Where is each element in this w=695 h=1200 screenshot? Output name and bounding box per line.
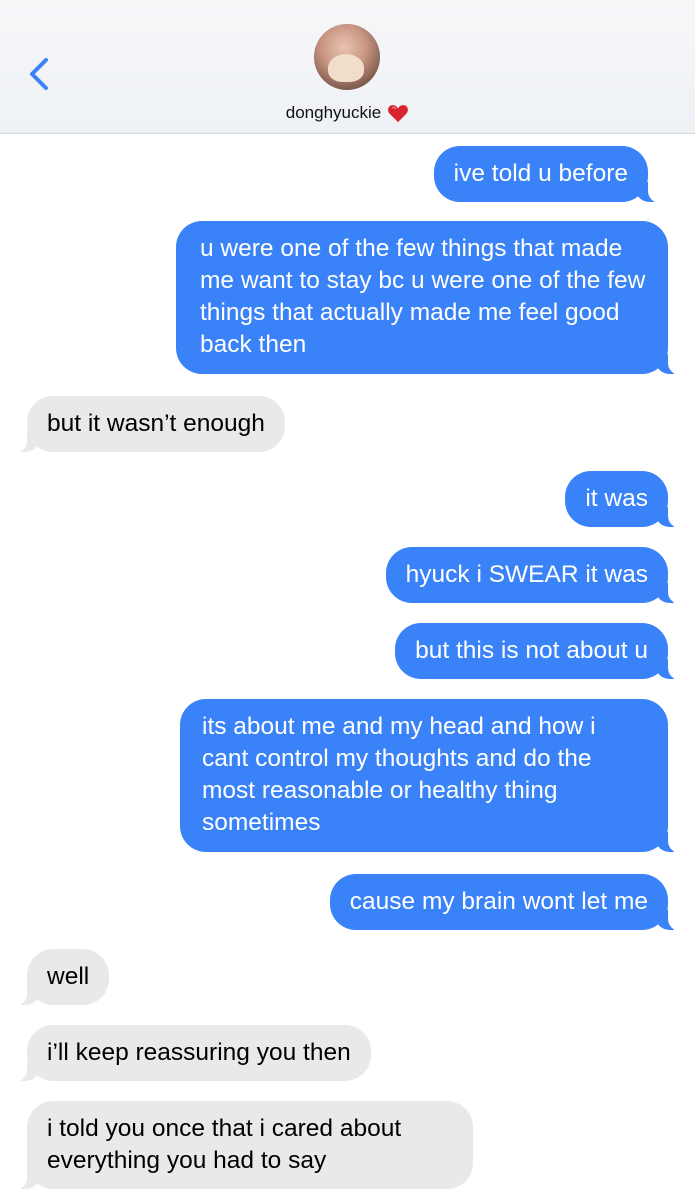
sent-message[interactable]: ive told u before (433, 146, 663, 203)
message-text: i’ll keep reassuring you then (47, 1039, 351, 1066)
sent-message[interactable]: cause my brain wont let me (329, 874, 683, 931)
message-text: cause my brain wont let me (349, 888, 648, 915)
message-text: i told you once that i cared about every… (47, 1115, 402, 1174)
contact-name: donghyuckie (285, 103, 382, 122)
message-text: well (47, 963, 90, 990)
received-message[interactable]: i told you once that i cared about every… (13, 1101, 473, 1190)
sent-message[interactable]: u were one of the few things that made m… (176, 221, 682, 375)
sent-message[interactable]: but this is not about u (395, 623, 682, 680)
received-message[interactable]: well (12, 949, 110, 1006)
sent-message[interactable]: its about me and my head and how i cant … (180, 699, 682, 853)
message-text: ive told u before (453, 160, 628, 187)
sent-message[interactable]: it was (565, 471, 682, 528)
received-message[interactable]: but it wasn’t enough (13, 396, 285, 453)
avatar[interactable] (314, 24, 380, 90)
message-text: hyuck i SWEAR it was (405, 561, 648, 588)
heart-icon (388, 105, 409, 123)
message-text: but this is not about u (415, 637, 648, 664)
received-message[interactable]: i’ll keep reassuring you then (13, 1025, 371, 1082)
avatar-photo-detail (328, 54, 364, 82)
chevron-left-icon (30, 58, 48, 90)
conversation-header: donghyuckie (0, 0, 695, 134)
message-text: its about me and my head and how i cant … (202, 713, 596, 836)
message-text: but it wasn’t enough (47, 410, 265, 437)
contact-name-row[interactable]: donghyuckie (0, 101, 695, 125)
message-text: u were one of the few things that made m… (200, 235, 646, 358)
sent-message[interactable]: hyuck i SWEAR it was (385, 547, 683, 604)
message-text: it was (585, 485, 648, 512)
back-button[interactable] (22, 52, 58, 96)
message-thread: ive told u before u were one of the few … (0, 134, 695, 1200)
